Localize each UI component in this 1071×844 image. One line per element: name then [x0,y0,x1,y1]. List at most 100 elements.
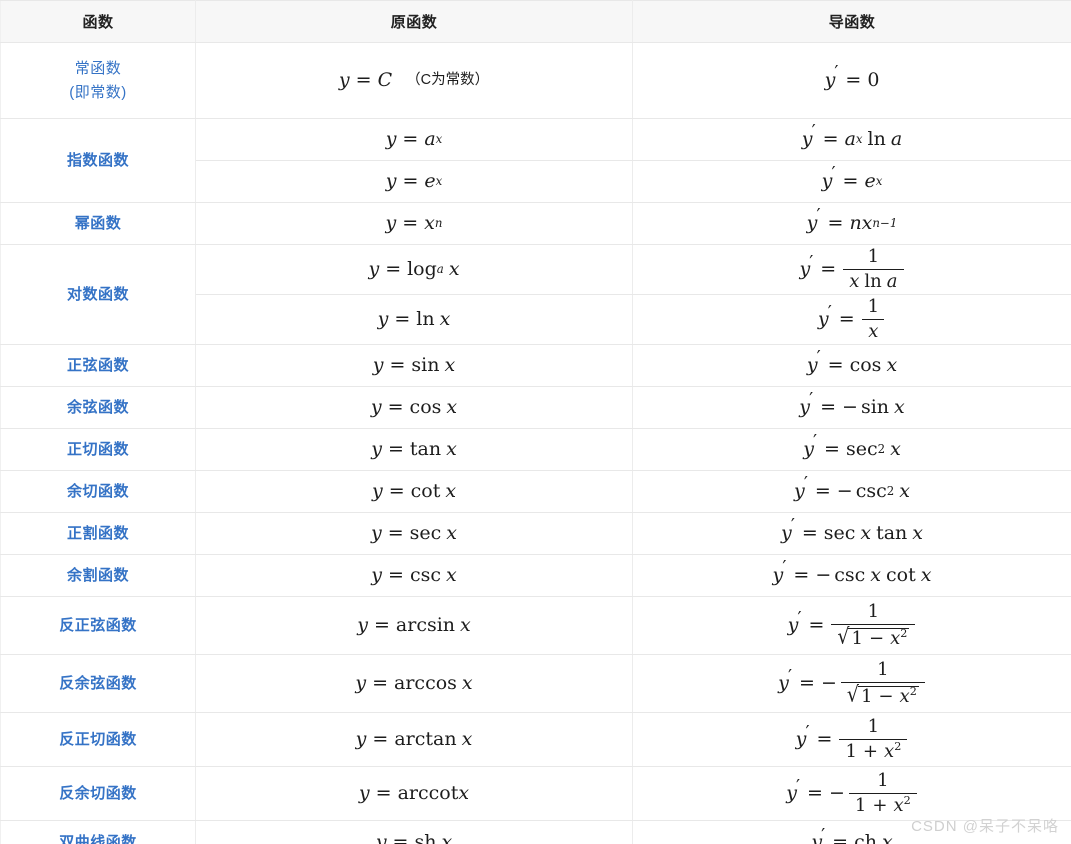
function-name-label: 幂函数 [74,214,122,232]
function-name-label: 对数函数 [66,285,129,303]
fraction: 1 √ 1− x2 [840,661,925,707]
function-name-sublabel: (即常数) [69,83,127,101]
math-expression: y ′ = 1 x [818,298,886,340]
math-expression: y ′ = 0 [824,62,880,91]
function-name-exponential: 指数函数 [0,118,196,203]
derivative-formula-cosine: y ′ = − sin x [632,386,1071,429]
function-name-arctangent: 反正切函数 [0,712,196,767]
table-row: 正切函数 y = tan x y ′ = sec 2 x [0,428,1071,471]
math-expression: y ′ = 1 √ 1− x2 [788,603,917,647]
square-root: √ 1− x2 [837,623,910,649]
derivative-formula-arccotangent: y ′ = −1 1 + x2 [632,766,1071,821]
header-row: 函数 原函数 导函数 [0,0,1071,43]
math-expression: y ′ = − csc x cot x [772,557,932,586]
math-expression: y = ln x [377,307,451,330]
math-expression: y ′ = sec 2 x [803,431,901,460]
column-header-function: 函数 [0,0,196,43]
math-expression: y = arccot x [358,781,470,804]
table-row: 幂函数 y = x n y ′ = nx n−1 [0,202,1071,245]
table-row: 正割函数 y = sec x y ′ = sec x tan x [0,512,1071,555]
math-expression: y = arcsin x [357,613,471,636]
derivative-formula-cotangent: y ′ = − csc 2 x [632,470,1071,513]
math-expression: y = C （C为常数） [338,68,490,91]
function-name-label: 常函数 [74,60,122,78]
table-header: 函数 原函数 导函数 [0,0,1071,43]
math-expression: y ′ = sec x tan x [780,515,924,544]
derivative-table-container: 函数 原函数 导函数 常函数 (即常数) y = C （C为常数） y ′ = 0 [0,0,1071,844]
derivative-formula-sine: y ′ = cos x [632,344,1071,387]
derivative-formula-a-power-x: y ′ = a x ln a [632,118,1071,161]
function-name-hyperbolic: 双曲线函数 [0,820,196,844]
fraction: 1x [862,298,885,340]
derivative-formula-e-power-x: y ′ = e x [632,160,1071,203]
math-expression: y ′ = e x [821,163,883,192]
math-expression: y = csc x [371,563,457,586]
original-formula-tangent: y = tan x [195,428,633,471]
original-formula-constant: y = C （C为常数） [195,42,633,119]
column-header-original-function: 原函数 [195,0,633,43]
math-expression: y ′ = ch x [811,824,893,844]
original-formula-arctangent: y = arctan x [195,712,633,767]
original-formula-ln: y = ln x [195,294,633,345]
derivative-formula-arcsine: y ′ = 1 √ 1− x2 [632,596,1071,655]
function-name-label: 反正弦函数 [59,616,137,634]
original-formula-cosine: y = cos x [195,386,633,429]
function-name-power: 幂函数 [0,202,196,245]
derivative-formula-power: y ′ = nx n−1 [632,202,1071,245]
math-expression: y = sin x [372,353,456,376]
math-expression: y = arctan x [355,727,473,750]
function-name-logarithm: 对数函数 [0,244,196,345]
square-root: √ 1− x2 [846,681,919,707]
function-name-arccotangent: 反余切函数 [0,766,196,821]
function-name-arcsine: 反正弦函数 [0,596,196,655]
formula-note: （C为常数） [406,71,490,88]
function-name-constant: 常函数 (即常数) [0,42,196,119]
function-name-label: 双曲线函数 [59,834,137,844]
math-expression: y ′ = 1 1 + x2 [796,718,909,760]
original-formula-arcsine: y = arcsin x [195,596,633,655]
original-formula-power: y = x n [195,202,633,245]
math-expression: y ′ = nx n−1 [806,205,898,234]
function-name-label: 余切函数 [66,482,129,500]
table-row: 正弦函数 y = sin x y ′ = cos x [0,344,1071,387]
function-name-cosecant: 余割函数 [0,554,196,597]
math-expression: y ′ = −1 √ 1− x2 [778,661,926,705]
original-formula-cotangent: y = cot x [195,470,633,513]
table-row: 双曲线函数 y = sh x y ′ = ch x [0,820,1071,844]
math-expression: y = x n [385,211,443,234]
original-formula-hyperbolic: y = sh x [195,820,633,844]
original-formula-secant: y = sec x [195,512,633,555]
function-name-label: 余割函数 [66,566,129,584]
function-name-label: 正切函数 [66,440,129,458]
derivative-formula-arccosine: y ′ = −1 √ 1− x2 [632,654,1071,713]
table-body: 常函数 (即常数) y = C （C为常数） y ′ = 0 指数函数 y = a x [0,42,1071,844]
function-name-cosine: 余弦函数 [0,386,196,429]
table-row: 指数函数 y = a x y ′ = a x ln a [0,118,1071,203]
fraction: 1 x ln a [843,248,904,290]
math-expression: y ′ = − csc 2 x [794,473,910,502]
math-expression: y ′ = cos x [806,347,898,376]
derivative-formula-constant: y ′ = 0 [632,42,1071,119]
math-expression: y = log a x [368,257,460,280]
original-formula-cosecant: y = csc x [195,554,633,597]
function-name-label: 余弦函数 [66,398,129,416]
fraction: 1 1 + x2 [839,718,908,760]
derivative-formula-secant: y ′ = sec x tan x [632,512,1071,555]
math-expression: y ′ = a x ln a [801,121,903,150]
table-row: 对数函数 y = log a x y ′ = 1 x ln a [0,244,1071,345]
function-name-label: 正割函数 [66,524,129,542]
fraction: 1 1 + x2 [848,772,917,814]
original-formula-a-power-x: y = a x [195,118,633,161]
function-name-tangent: 正切函数 [0,428,196,471]
original-formula-arccosine: y = arccos x [195,654,633,713]
function-name-arccosine: 反余弦函数 [0,654,196,713]
table-row: 反正弦函数 y = arcsin x y ′ = 1 √ 1− x2 [0,596,1071,655]
table-row: 反余切函数 y = arccot x y ′ = −1 1 + x2 [0,766,1071,821]
math-expression: y = arccos x [355,671,473,694]
function-name-label: 指数函数 [66,151,129,169]
math-expression: y = cos x [370,395,458,418]
table-row: 余切函数 y = cot x y ′ = − csc 2 x [0,470,1071,513]
function-name-secant: 正割函数 [0,512,196,555]
function-name-label: 反正切函数 [59,730,137,748]
function-name-label: 反余切函数 [59,784,137,802]
